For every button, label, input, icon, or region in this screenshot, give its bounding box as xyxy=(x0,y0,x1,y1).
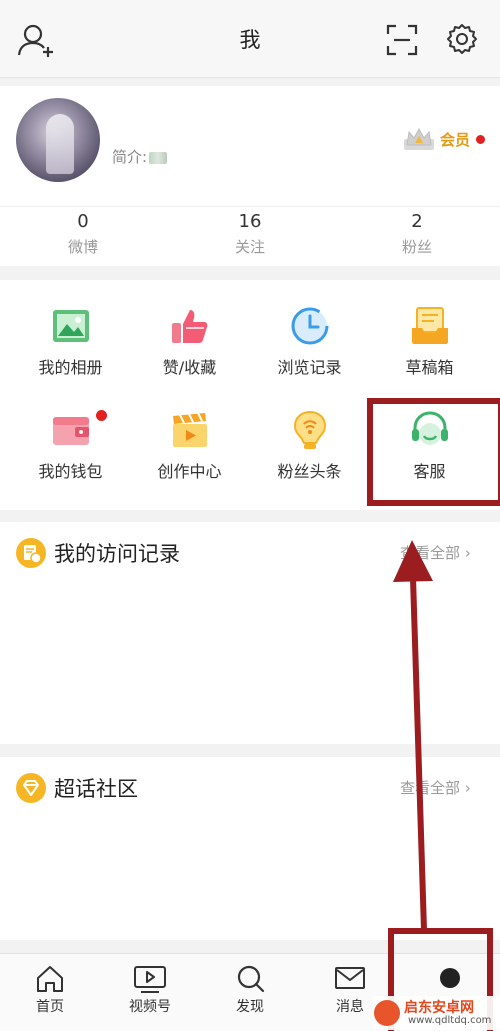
scan-icon[interactable] xyxy=(386,24,418,56)
stat-followers-count: 2 xyxy=(411,211,423,232)
tab-home[interactable]: 首页 xyxy=(14,964,86,1016)
bio-label: 简介: xyxy=(112,148,148,166)
grid-item-album[interactable]: 我的相册 xyxy=(8,306,133,406)
customer-service-highlight xyxy=(367,398,500,506)
tab-discover[interactable]: 发现 xyxy=(214,964,286,1016)
visit-records-icon xyxy=(16,538,46,568)
tab-video[interactable]: 视频号 xyxy=(114,964,186,1016)
search-icon xyxy=(237,965,265,993)
photo-album-icon xyxy=(52,310,89,342)
crown-icon xyxy=(404,127,434,150)
tab-label: 首页 xyxy=(36,999,64,1015)
grid-item-drafts[interactable]: 草稿箱 xyxy=(367,306,492,406)
tab-label: 视频号 xyxy=(129,999,171,1015)
video-icon xyxy=(134,966,166,993)
grid-label: 赞/收藏 xyxy=(162,358,217,377)
top-header: 我 xyxy=(0,0,500,78)
grid-label: 我的相册 xyxy=(38,358,103,377)
watermark-logo xyxy=(374,1000,400,1026)
mail-icon xyxy=(335,967,365,989)
grid-label: 浏览记录 xyxy=(277,358,342,377)
creator-clapper-icon xyxy=(172,412,207,447)
bio-emoji xyxy=(149,151,168,164)
grid-label: 草稿箱 xyxy=(405,358,454,377)
stat-weibo-count: 0 xyxy=(77,211,89,232)
bio[interactable]: 简介: xyxy=(112,146,168,167)
settings-gear-icon[interactable] xyxy=(446,23,478,55)
section-super-topic: 超话社区 查看全部 › xyxy=(0,757,500,940)
tab-label: 发现 xyxy=(236,999,264,1015)
grid-label: 粉丝头条 xyxy=(277,462,342,481)
grid-item-wallet[interactable]: 我的钱包 xyxy=(8,410,133,510)
fan-headline-icon xyxy=(293,410,326,449)
vip-label: 会员 xyxy=(440,130,471,149)
history-clock-icon xyxy=(291,307,328,345)
super-topic-icon xyxy=(16,773,46,803)
grid-label: 我的钱包 xyxy=(38,462,103,481)
view-all-link[interactable]: 查看全部 › xyxy=(400,542,471,563)
profile-card[interactable]: 简介: 会员 0 微博 16 关注 2 粉丝 xyxy=(0,86,500,266)
drafts-icon xyxy=(411,307,448,344)
thumbs-up-icon xyxy=(171,310,207,343)
watermark-url: www.qdltdq.com xyxy=(408,1015,492,1026)
section-title: 超话社区 xyxy=(54,777,138,801)
vip-entry[interactable]: 会员 xyxy=(402,126,486,152)
view-all-link[interactable]: 查看全部 › xyxy=(400,777,471,798)
site-watermark: 启东安卓网 www.qdltdq.com xyxy=(372,996,500,1030)
grid-item-likes[interactable]: 赞/收藏 xyxy=(127,306,252,406)
grid-item-fan-headline[interactable]: 粉丝头条 xyxy=(247,410,372,510)
stat-following-count: 16 xyxy=(238,211,262,232)
section-visit-records: 我的访问记录 查看全部 › xyxy=(0,522,500,744)
stat-weibo-label: 微博 xyxy=(67,238,98,256)
wallet-badge-dot xyxy=(96,410,107,421)
grid-label: 创作中心 xyxy=(157,462,222,481)
grid-item-creator[interactable]: 创作中心 xyxy=(127,410,252,510)
watermark-title: 启东安卓网 xyxy=(404,1000,474,1016)
avatar[interactable] xyxy=(16,98,100,182)
vip-badge-dot xyxy=(476,134,486,144)
stat-following-label: 关注 xyxy=(234,238,265,256)
profile-stats: 0 微博 16 关注 2 粉丝 xyxy=(0,206,500,262)
stat-following[interactable]: 16 关注 xyxy=(190,211,310,257)
stat-followers-label: 粉丝 xyxy=(401,238,432,256)
home-icon xyxy=(37,966,63,992)
wallet-icon xyxy=(52,417,89,445)
stat-followers[interactable]: 2 粉丝 xyxy=(357,211,477,257)
section-title: 我的访问记录 xyxy=(54,542,180,566)
grid-item-history[interactable]: 浏览记录 xyxy=(247,306,372,406)
stat-weibo[interactable]: 0 微博 xyxy=(23,211,143,257)
page-title: 我 xyxy=(239,28,261,52)
